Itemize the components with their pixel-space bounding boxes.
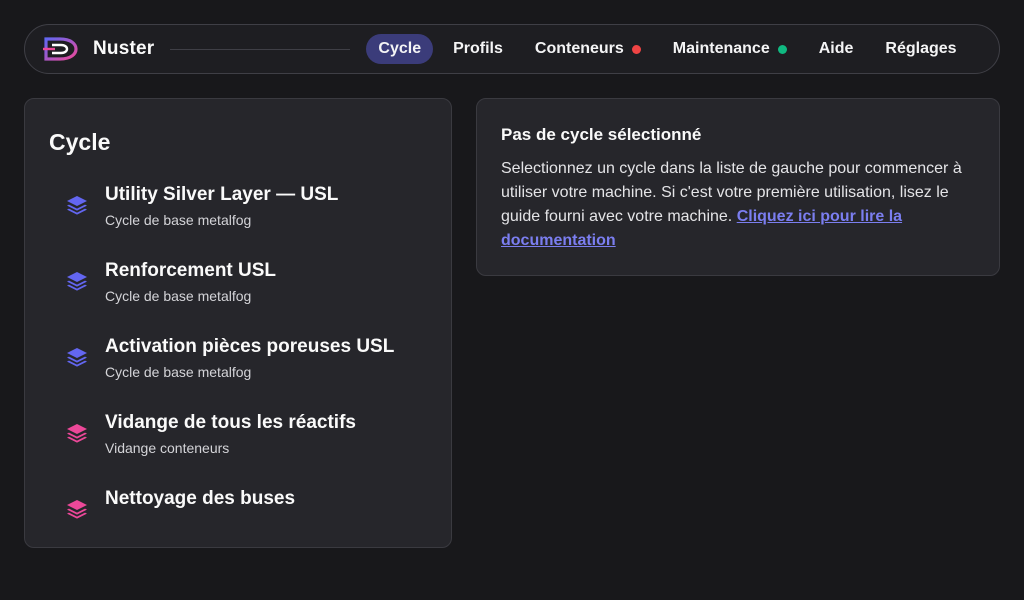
cycle-subtitle: Cycle de base metalfog (105, 364, 252, 380)
status-dot-error (631, 44, 641, 54)
top-navbar: Nuster Cycle Profils Conteneurs Maintena… (24, 24, 1000, 74)
cycle-list-panel: Cycle Utility Silver Layer — USL Cycle d… (24, 98, 452, 548)
info-panel: Pas de cycle sélectionné Selectionnez un… (476, 98, 1000, 276)
nav-menu: Cycle Profils Conteneurs Maintenance Aid… (366, 34, 968, 64)
nav-item-label: Aide (818, 40, 854, 57)
nav-item-label: Cycle (378, 40, 422, 57)
nav-item-reglages[interactable]: Réglages (873, 34, 968, 64)
cycle-item-usl[interactable]: Utility Silver Layer — USL Cycle de base… (25, 183, 451, 259)
cycle-list: Utility Silver Layer — USL Cycle de base… (25, 183, 451, 563)
layers-icon (65, 345, 89, 369)
layers-icon (65, 193, 89, 217)
cycle-name: Activation pièces poreuses USL (105, 336, 395, 357)
cycle-item-activation[interactable]: Activation pièces poreuses USL Cycle de … (25, 335, 451, 411)
nav-item-conteneurs[interactable]: Conteneurs (523, 34, 653, 64)
info-title: Pas de cycle sélectionné (501, 125, 702, 144)
cycle-subtitle: Cycle de base metalfog (105, 288, 252, 304)
nav-item-cycle[interactable]: Cycle (366, 34, 434, 64)
cycle-name: Nettoyage des buses (105, 488, 296, 509)
cycle-name: Renforcement USL (105, 260, 277, 281)
cycle-item-vidange[interactable]: Vidange de tous les réactifs Vidange con… (25, 411, 451, 487)
status-dot-ok (777, 44, 787, 54)
layers-icon (65, 497, 89, 521)
cycle-item-nettoyage[interactable]: Nettoyage des buses (25, 487, 451, 563)
app-name: Nuster (93, 38, 155, 59)
cycle-name: Vidange de tous les réactifs (105, 412, 356, 433)
cycle-subtitle: Cycle de base metalfog (105, 212, 252, 228)
nav-divider (170, 48, 351, 50)
nav-item-label: Réglages (885, 40, 957, 57)
brand: Nuster (43, 35, 154, 63)
nav-item-aide[interactable]: Aide (807, 34, 866, 64)
nuster-logo-icon (43, 35, 81, 63)
cycle-name: Utility Silver Layer — USL (105, 184, 339, 205)
nav-item-label: Conteneurs (534, 40, 624, 57)
nav-item-label: Maintenance (672, 40, 770, 57)
panel-title: Cycle (49, 129, 111, 155)
layers-icon (65, 421, 89, 445)
cycle-subtitle: Vidange conteneurs (105, 440, 230, 456)
layers-icon (65, 269, 89, 293)
nav-item-label: Profils (453, 40, 503, 57)
nav-item-profils[interactable]: Profils (441, 34, 515, 64)
nav-item-maintenance[interactable]: Maintenance (661, 34, 799, 64)
info-body: Selectionnez un cycle dans la liste de g… (501, 157, 975, 253)
cycle-item-renforcement[interactable]: Renforcement USL Cycle de base metalfog (25, 259, 451, 335)
